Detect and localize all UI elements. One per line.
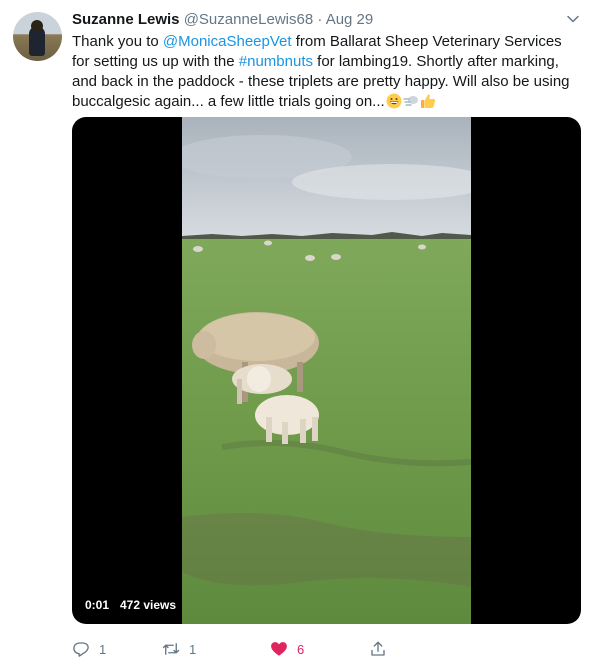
tweet-text-part: Thank you to [72,33,163,50]
heart-icon [271,642,287,656]
video-player[interactable]: 0:01 472 views [72,117,581,624]
tweet-actions: 1 1 6 [72,637,572,661]
video-view-count: 472 views [115,595,182,615]
retweet-count: 1 [189,641,197,657]
grinning-face-icon [386,93,402,109]
cloud-with-wind-icon [403,96,418,106]
reply-icon [73,642,89,657]
video-frame [182,117,471,624]
author-name[interactable]: Suzanne Lewis [72,11,180,28]
tweet-header: Suzanne Lewis @SuzanneLewis68 · Aug 29 [72,10,572,30]
like-button[interactable]: 6 [270,637,304,661]
mention-link[interactable]: @MonicaSheepVet [163,33,292,50]
separator-dot: · [317,11,323,28]
share-icon [371,641,385,656]
share-button[interactable] [369,637,396,661]
tweet-date[interactable]: Aug 29 [326,11,374,28]
author-handle[interactable]: @SuzanneLewis68 [184,11,313,28]
retweet-button[interactable]: 1 [162,637,196,661]
video-elapsed-time: 0:01 [80,595,115,615]
avatar-head [31,20,43,32]
like-count: 6 [297,641,305,657]
tweet-text: Thank you to @MonicaSheepVet from Ballar… [72,32,582,112]
thumbs-up-icon [420,94,435,108]
retweet-icon [162,643,180,655]
hashtag-link[interactable]: #numbnuts [239,53,313,70]
author-avatar[interactable] [13,12,62,61]
reply-button[interactable]: 1 [72,637,106,661]
reply-count: 1 [99,641,107,657]
chevron-down-icon[interactable] [566,12,580,26]
